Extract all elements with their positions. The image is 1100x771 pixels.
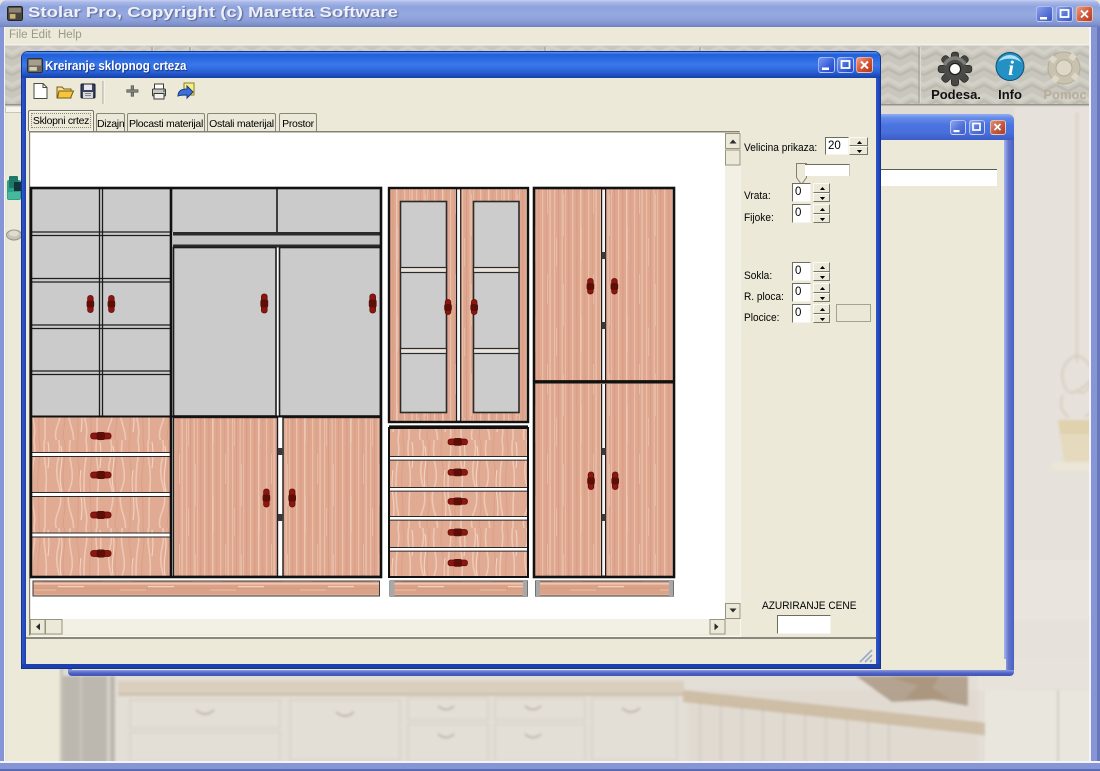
svg-text:i: i xyxy=(1008,56,1014,80)
